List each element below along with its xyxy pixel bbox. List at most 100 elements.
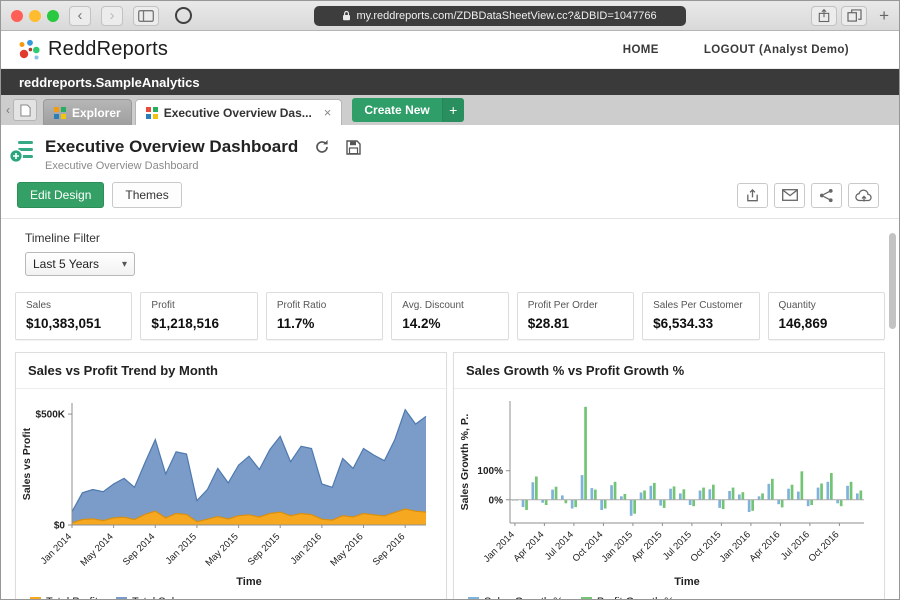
growth-comparison-chart[interactable]: 0%100%Jan 2014Apr 2014Jul 2014Oct 2014Ja…: [456, 393, 876, 589]
create-new-button[interactable]: Create New: [352, 98, 441, 122]
tab-overview-button[interactable]: [841, 6, 867, 26]
collapse-panel-icon[interactable]: ‹: [3, 103, 13, 117]
publish-button[interactable]: [848, 183, 879, 208]
share-page-button[interactable]: [811, 6, 837, 26]
growth-comparison-panel: Sales Growth % vs Profit Growth % 0% 100%…: [453, 352, 885, 600]
kpi-card[interactable]: Profit Per Order $28.81: [517, 292, 634, 340]
tab-explorer-label: Explorer: [72, 106, 121, 120]
kpi-value: $28.81: [528, 316, 623, 331]
tab-executive-overview[interactable]: Executive Overview Das... ×: [135, 99, 343, 125]
chart-title: Sales Growth % vs Profit Growth %: [454, 353, 884, 389]
sidebar-icon: [138, 10, 154, 22]
cloud-upload-icon: [855, 189, 873, 202]
tab-strip: ‹ Explorer Executive Overview Das... × C…: [1, 95, 899, 125]
kpi-label: Sales Per Customer: [653, 300, 748, 311]
url-text: my.reddreports.com/ZDBDataSheetView.cc?&…: [356, 10, 656, 22]
svg-text:Time: Time: [236, 576, 261, 588]
svg-text:Apr 2014: Apr 2014: [511, 529, 546, 564]
kpi-value: 14.2%: [402, 316, 497, 331]
export-icon-group: [737, 183, 879, 208]
svg-text:May 2014: May 2014: [78, 531, 115, 568]
svg-text:0%: 0%: [489, 495, 504, 506]
sales-profit-trend-chart[interactable]: $0$500KJan 2014May 2014Sep 2014Jan 2015M…: [18, 393, 438, 589]
svg-text:May 2016: May 2016: [328, 531, 365, 568]
forward-button[interactable]: ›: [101, 6, 123, 26]
chrome-right-controls: +: [807, 6, 889, 26]
zoom-window-button[interactable]: [47, 10, 59, 22]
kpi-value: 146,869: [779, 316, 874, 331]
svg-text:Sales Growth %, P..: Sales Growth %, P..: [459, 414, 471, 511]
document-icon: [20, 104, 31, 117]
new-tab-button[interactable]: +: [879, 7, 889, 24]
svg-text:May 2015: May 2015: [203, 531, 240, 568]
kpi-card[interactable]: Profit $1,218,516: [140, 292, 257, 340]
svg-text:Jan 2015: Jan 2015: [164, 531, 199, 566]
kpi-card[interactable]: Sales Per Customer $6,534.33: [642, 292, 759, 340]
envelope-icon: [782, 189, 798, 201]
tab-executive-overview-label: Executive Overview Das...: [164, 106, 312, 120]
svg-text:Oct 2015: Oct 2015: [688, 529, 723, 564]
chart-legend: Sales Growth %Profit Growth %: [454, 594, 884, 600]
share-button[interactable]: [811, 183, 842, 208]
create-new-plus-button[interactable]: +: [442, 98, 464, 122]
kpi-card[interactable]: Avg. Discount 14.2%: [391, 292, 508, 340]
export-button[interactable]: [737, 183, 768, 208]
vertical-scrollbar[interactable]: [889, 233, 896, 329]
timeline-filter-value: Last 5 Years: [33, 257, 99, 271]
dashboard-header: Executive Overview Dashboard Executive O…: [1, 125, 899, 176]
legend-swatch: [116, 597, 127, 600]
close-tab-icon[interactable]: ×: [324, 105, 332, 120]
minimize-window-button[interactable]: [29, 10, 41, 22]
dashboard-menu-icon[interactable]: [9, 137, 35, 163]
svg-text:Jan 2015: Jan 2015: [600, 529, 635, 564]
page-title: Executive Overview Dashboard: [45, 137, 298, 157]
browser-window: ‹ › my.reddreports.com/ZDBDataSheetView.…: [0, 0, 900, 600]
create-new-group: Create New +: [352, 98, 463, 122]
svg-text:Jan 2014: Jan 2014: [482, 529, 517, 564]
nav-home[interactable]: HOME: [623, 44, 659, 56]
share-page-icon: [818, 8, 830, 23]
kpi-value: $10,383,051: [26, 316, 121, 331]
charts-row: Sales vs Profit Trend by Month $0 $500K Ja…: [1, 340, 899, 600]
grid-icon: [146, 107, 158, 119]
sales-profit-trend-panel: Sales vs Profit Trend by Month $0 $500K Ja…: [15, 352, 447, 600]
back-button[interactable]: ‹: [69, 6, 91, 26]
svg-text:Jan 2016: Jan 2016: [718, 529, 753, 564]
themes-button[interactable]: Themes: [112, 182, 181, 208]
close-window-button[interactable]: [11, 10, 23, 22]
svg-text:Apr 2016: Apr 2016: [747, 529, 782, 564]
svg-text:Jan 2016: Jan 2016: [289, 531, 324, 566]
tab-explorer[interactable]: Explorer: [43, 99, 132, 125]
kpi-row: Sales $10,383,051 Profit $1,218,516 Prof…: [1, 290, 899, 340]
svg-text:$500K: $500K: [36, 410, 66, 421]
legend-swatch: [30, 597, 41, 600]
chart-legend: Total Profit Total Sales: [16, 594, 446, 600]
address-bar[interactable]: my.reddreports.com/ZDBDataSheetView.cc?&…: [314, 6, 686, 26]
timeline-filter-dropdown[interactable]: Last 5 Years ▾: [25, 252, 135, 276]
sidebar-toggle-button[interactable]: [133, 6, 159, 26]
kpi-card[interactable]: Profit Ratio 11.7%: [266, 292, 383, 340]
svg-text:Sep 2014: Sep 2014: [121, 531, 158, 568]
kpi-label: Avg. Discount: [402, 300, 497, 311]
email-button[interactable]: [774, 183, 805, 208]
export-icon: [745, 188, 760, 203]
share-network-icon: [819, 188, 834, 203]
legend-item: Total Sales: [116, 596, 186, 600]
legend-item: Total Profit: [30, 596, 98, 600]
edit-design-button[interactable]: Edit Design: [17, 182, 104, 208]
lock-icon: [342, 10, 351, 21]
page-subtitle: Executive Overview Dashboard: [45, 160, 361, 172]
tab-overview-icon: [847, 9, 862, 22]
refresh-icon[interactable]: [314, 139, 330, 155]
kpi-card[interactable]: Quantity 146,869: [768, 292, 885, 340]
nav-logout[interactable]: LOGOUT (Analyst Demo): [704, 44, 849, 56]
chart-title: Sales vs Profit Trend by Month: [16, 353, 446, 389]
kpi-card[interactable]: Sales $10,383,051: [15, 292, 132, 340]
svg-text:$0: $0: [54, 521, 66, 532]
legend-swatch: [468, 597, 479, 600]
save-icon[interactable]: [346, 140, 361, 155]
kpi-value: 11.7%: [277, 316, 372, 331]
report-list-button[interactable]: [13, 99, 37, 121]
svg-text:100%: 100%: [477, 466, 503, 477]
kpi-value: $1,218,516: [151, 316, 246, 331]
